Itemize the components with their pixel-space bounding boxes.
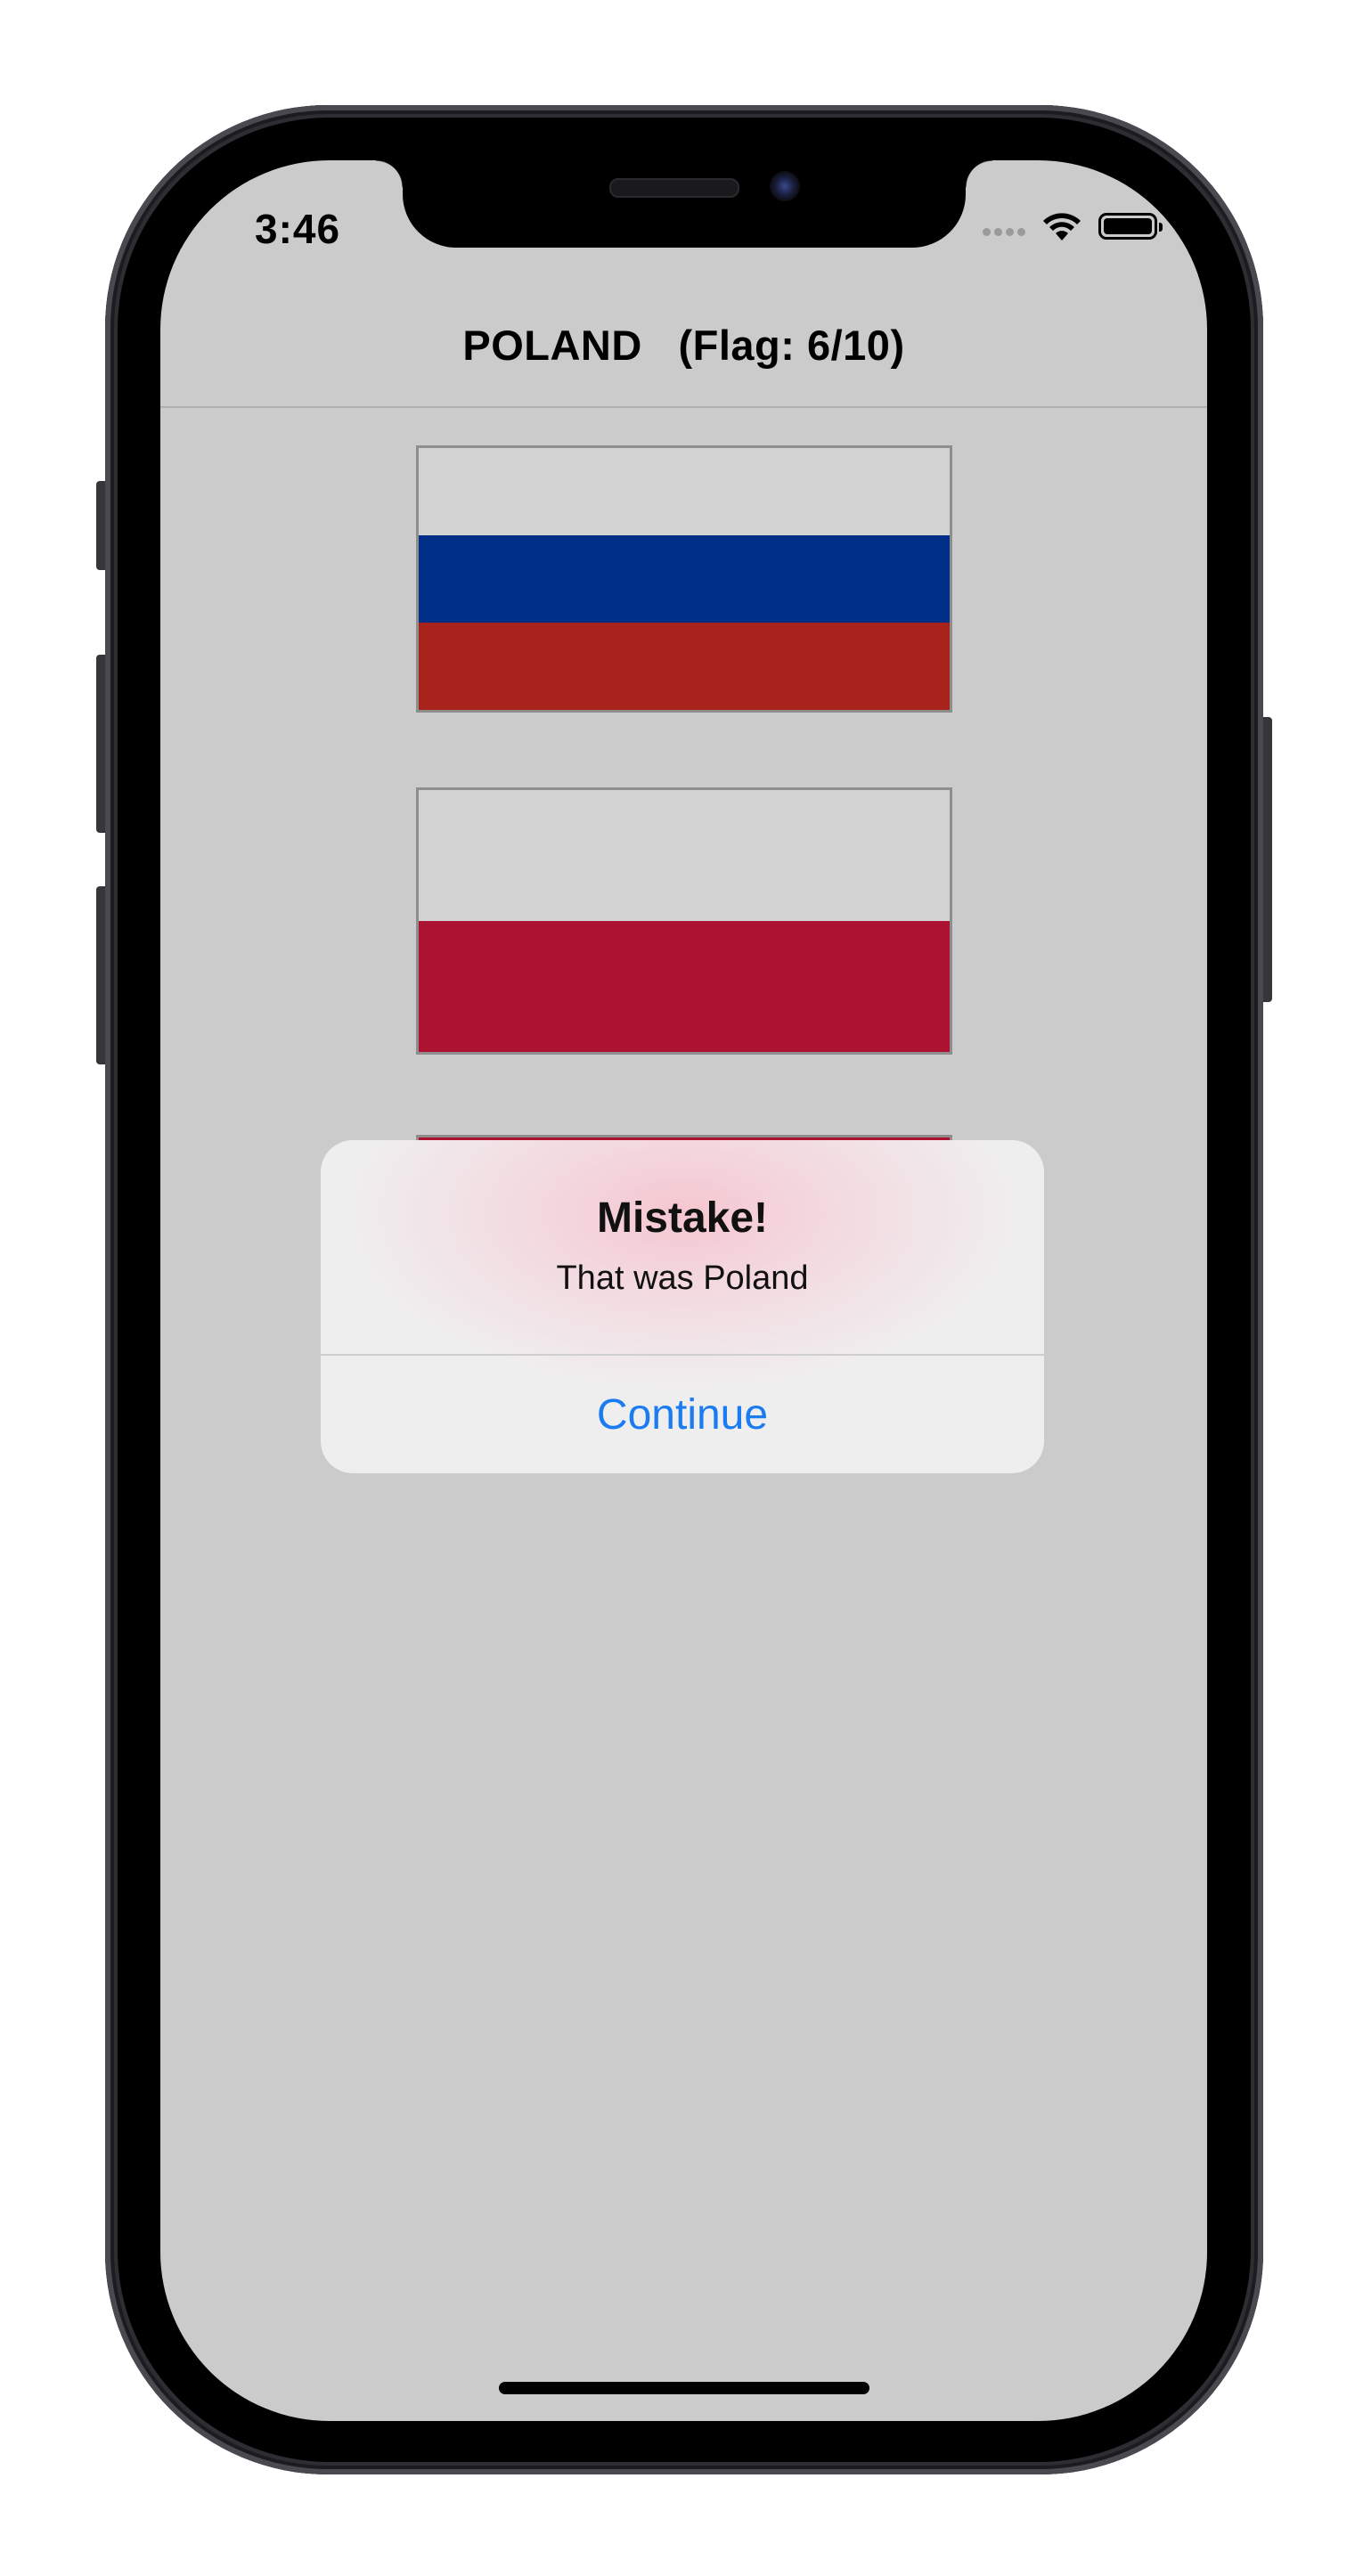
alert-message: That was Poland (556, 1259, 809, 1297)
alert-title: Mistake! (596, 1194, 769, 1242)
home-indicator[interactable] (499, 2382, 869, 2394)
continue-button[interactable]: Continue (321, 1356, 1044, 1473)
alert-dialog: Mistake! That was Poland Continue (321, 1140, 1044, 1473)
device-mockup: 3:46 POLAND (Flag: 6/10) Mistake! That w… (0, 0, 1363, 2576)
screen: 3:46 POLAND (Flag: 6/10) Mistake! That w… (160, 160, 1207, 2421)
